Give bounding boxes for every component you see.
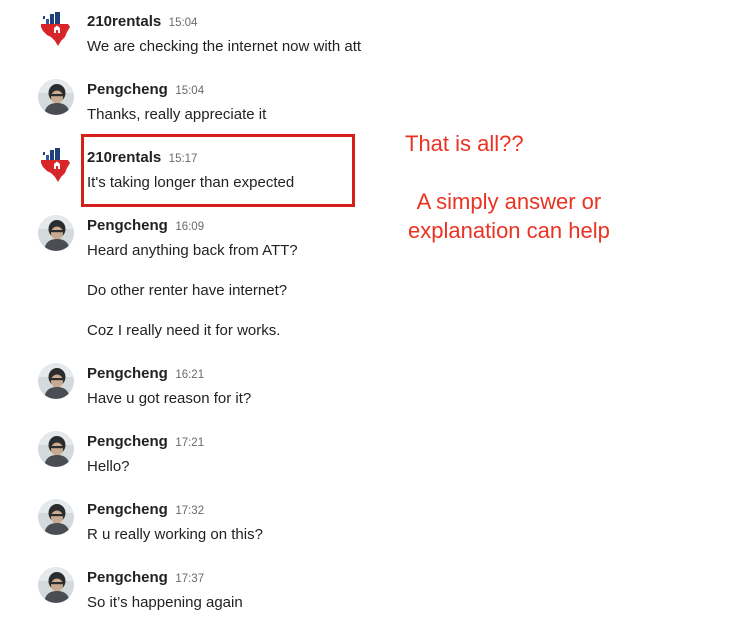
- message-body: Pengcheng 17:37 So it’s happening again: [87, 567, 387, 613]
- timestamp: 16:21: [175, 369, 205, 381]
- sender-name[interactable]: Pengcheng: [87, 365, 168, 382]
- message-text: We are checking the internet now with at…: [87, 38, 362, 55]
- timestamp: 17:21: [175, 437, 205, 449]
- message-body: Pengcheng 16:09 Heard anything back from…: [87, 215, 387, 341]
- message-header: Pengcheng 15:04: [87, 79, 387, 101]
- user-photo-icon[interactable]: [38, 363, 74, 399]
- message-text: Coz I really need it for works.: [87, 322, 281, 339]
- sender-name[interactable]: Pengcheng: [87, 81, 168, 98]
- message-body: Pengcheng 15:04 Thanks, really appreciat…: [87, 79, 387, 125]
- message-body: 210rentals 15:04 We are checking the int…: [87, 11, 387, 57]
- house-logo-icon[interactable]: [38, 11, 74, 47]
- message-body: Pengcheng 16:21 Have u got reason for it…: [87, 363, 387, 409]
- timestamp: 15:04: [175, 85, 205, 97]
- message-header: Pengcheng 17:32: [87, 499, 387, 521]
- message-text: Thanks, really appreciate it: [87, 106, 267, 123]
- user-photo-icon[interactable]: [38, 215, 74, 251]
- user-photo-icon[interactable]: [38, 499, 74, 535]
- message-text: R u really working on this?: [87, 526, 263, 543]
- highlight-box: [81, 134, 355, 207]
- message-body: Pengcheng 17:32 R u really working on th…: [87, 499, 387, 545]
- sender-name[interactable]: Pengcheng: [87, 501, 168, 518]
- sender-name[interactable]: Pengcheng: [87, 569, 168, 586]
- user-photo-icon[interactable]: [38, 431, 74, 467]
- message-body: Pengcheng 17:21 Hello?: [87, 431, 387, 477]
- annotation-line: A simply answer or: [416, 189, 602, 214]
- timestamp: 16:09: [175, 221, 205, 233]
- user-photo-icon[interactable]: [38, 79, 74, 115]
- sender-name[interactable]: Pengcheng: [87, 433, 168, 450]
- message-text: Have u got reason for it?: [87, 390, 252, 407]
- message-header: 210rentals 15:04: [87, 11, 387, 33]
- message-header: Pengcheng 17:21: [87, 431, 387, 453]
- message-text: So it’s happening again: [87, 594, 243, 611]
- message-text: Heard anything back from ATT?: [87, 242, 298, 259]
- user-photo-icon[interactable]: [38, 567, 74, 603]
- sender-name[interactable]: 210rentals: [87, 13, 161, 30]
- message-text: Hello?: [87, 458, 130, 475]
- annotation-line: explanation can help: [408, 218, 610, 243]
- sender-name[interactable]: Pengcheng: [87, 217, 168, 234]
- message-header: Pengcheng 17:37: [87, 567, 387, 589]
- message-header: Pengcheng 16:21: [87, 363, 387, 385]
- timestamp: 17:37: [175, 573, 205, 585]
- message-thread: 210rentals 15:04 We are checking the int…: [0, 0, 736, 620]
- annotation-label: That is all??: [405, 131, 524, 156]
- message-header: Pengcheng 16:09: [87, 215, 387, 237]
- timestamp: 17:32: [175, 505, 205, 517]
- timestamp: 15:04: [168, 17, 198, 29]
- house-logo-icon[interactable]: [38, 147, 74, 183]
- annotation-note: A simply answer or explanation can help: [408, 187, 610, 245]
- message-text: Do other renter have internet?: [87, 282, 288, 299]
